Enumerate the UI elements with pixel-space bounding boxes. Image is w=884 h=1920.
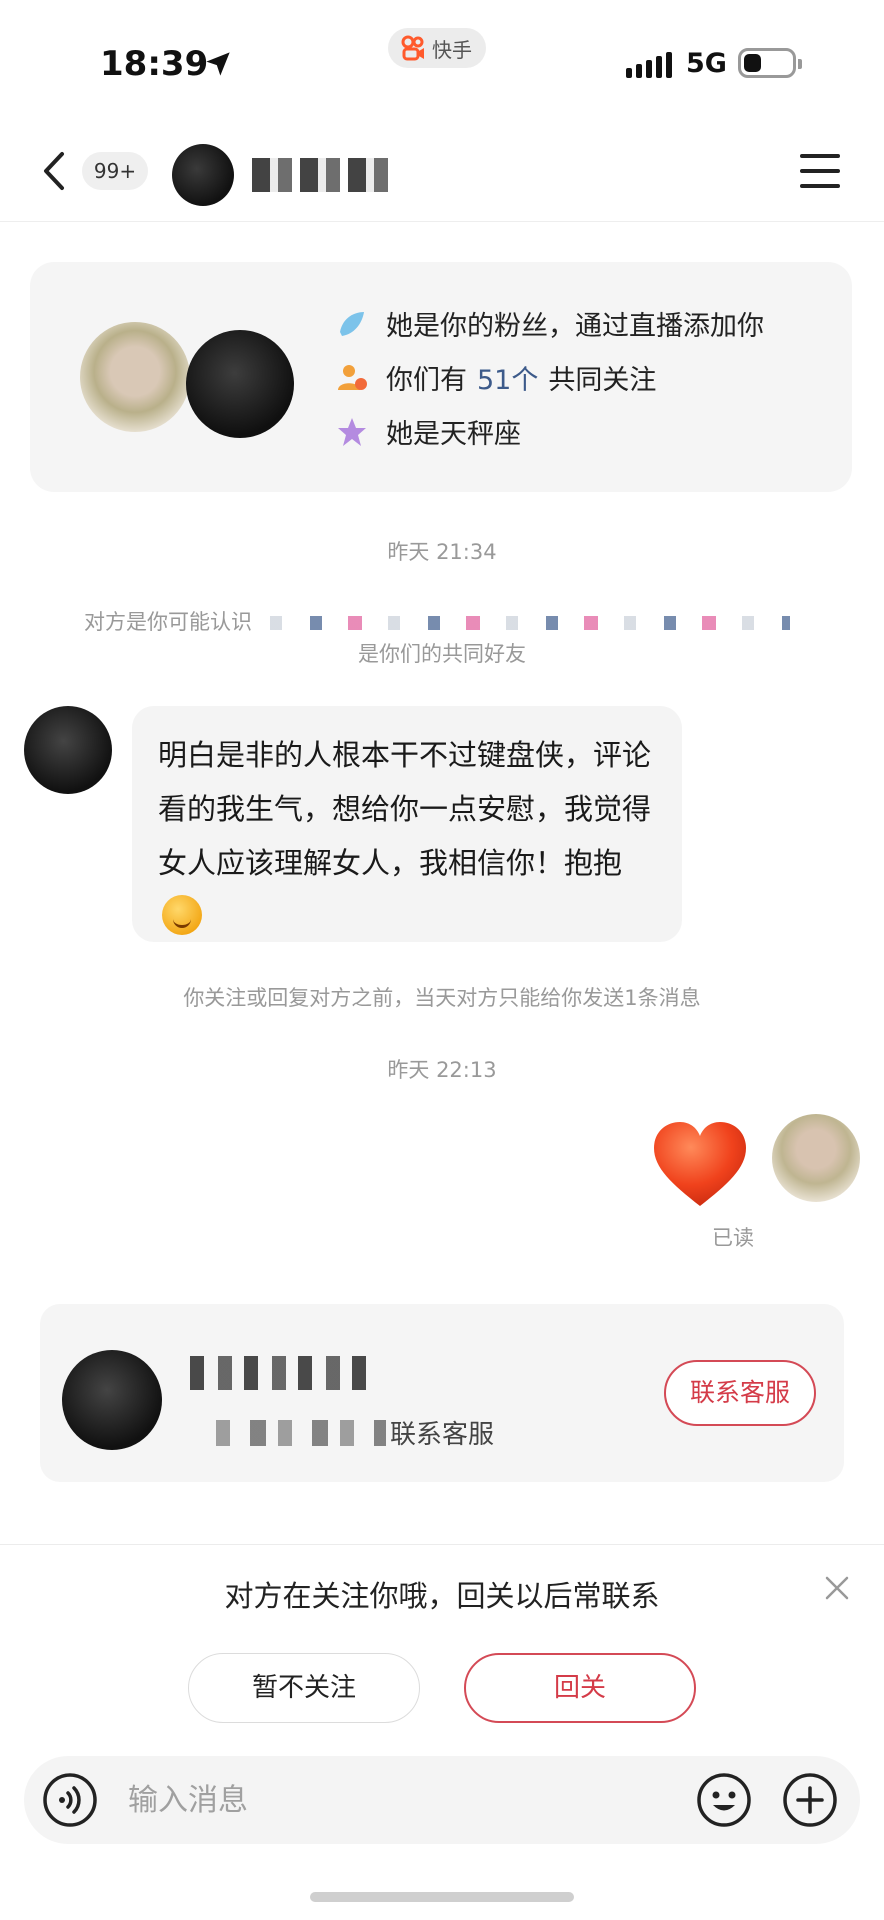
mutual-friend-note: 是你们的共同好友 (358, 642, 526, 666)
shop-avatar (62, 1350, 162, 1450)
sender-avatar[interactable] (24, 706, 112, 794)
hugging-face-emoji-icon (162, 895, 202, 935)
heart-emoji-icon[interactable] (652, 1120, 748, 1210)
contact-avatar-large[interactable] (186, 330, 294, 438)
zodiac-text: 她是天秤座 (386, 419, 521, 450)
back-arrow-icon[interactable] (36, 148, 72, 194)
status-bar: 18:39 快手 5G (0, 0, 884, 120)
home-indicator[interactable] (310, 1892, 574, 1902)
message-input[interactable] (128, 1776, 598, 1824)
fan-info-text: 她是你的粉丝，通过直播添加你 (386, 311, 764, 342)
mutual-follow-prefix: 你们有 (386, 365, 467, 396)
mutual-follow-icon (338, 364, 367, 390)
back-to-app-pill[interactable]: 快手 (388, 28, 486, 68)
location-arrow-icon (206, 52, 230, 76)
fan-icon (340, 311, 364, 336)
incoming-message-bubble[interactable]: 明白是非的人根本干不过键盘侠，评论看的我生气，想给你一点安慰，我觉得女人应该理解… (132, 706, 682, 942)
shop-subtitle: 联系客服 (216, 1414, 494, 1451)
read-status: 已读 (712, 1226, 754, 1250)
fan-info-line: 她是你的粉丝，通过直播添加你 (336, 304, 764, 343)
zodiac-line: 她是天秤座 (336, 412, 521, 451)
message-timestamp: 昨天 22:13 (387, 1058, 497, 1082)
battery-icon (738, 48, 802, 78)
relationship-info-card: 她是你的粉丝，通过直播添加你 你们有 51个 共同关注 她是天秤座 (30, 262, 852, 492)
message-timestamp: 昨天 21:34 (387, 540, 497, 564)
shop-name-redacted (190, 1356, 380, 1390)
redacted-text (216, 1419, 386, 1446)
plus-icon[interactable] (782, 1772, 838, 1828)
shop-subtitle-text: 联系客服 (390, 1420, 495, 1450)
menu-icon[interactable] (800, 154, 840, 188)
mutual-follow-line: 你们有 51个 共同关注 (336, 358, 656, 397)
signal-icon (626, 52, 672, 78)
unread-count-badge[interactable]: 99+ (82, 152, 148, 190)
contact-service-button[interactable]: 联系客服 (664, 1360, 816, 1426)
message-limit-note: 你关注或回复对方之前，当天对方只能给你发送1条消息 (183, 986, 701, 1010)
follow-prompt-text: 对方在关注你哦，回关以后常联系 (224, 1579, 660, 1613)
kuaishou-logo-icon (401, 35, 424, 61)
star-sign-icon (338, 417, 366, 446)
my-avatar[interactable] (772, 1114, 860, 1202)
contact-name-redacted[interactable] (252, 158, 392, 192)
redacted-names (270, 616, 790, 630)
follow-back-panel: 对方在关注你哦，回关以后常联系 暂不关注 回关 (0, 1544, 884, 1744)
emoji-icon[interactable] (696, 1772, 752, 1828)
may-know-note: 对方是你可能认识 (84, 610, 252, 634)
incoming-message-text: 明白是非的人根本干不过键盘侠，评论看的我生气，想给你一点安慰，我觉得女人应该理解… (158, 738, 652, 880)
not-follow-button[interactable]: 暂不关注 (188, 1653, 420, 1723)
follow-back-button[interactable]: 回关 (464, 1653, 696, 1723)
close-icon[interactable] (824, 1575, 850, 1601)
voice-icon[interactable] (42, 1772, 98, 1828)
app-pill-label: 快手 (432, 37, 472, 62)
chat-header: 99+ (0, 120, 884, 222)
network-type: 5G (686, 48, 727, 79)
mutual-follow-suffix: 共同关注 (548, 365, 657, 396)
message-input-bar (24, 1756, 860, 1844)
contact-avatar[interactable] (172, 144, 234, 206)
mutual-follow-count[interactable]: 51个 (477, 358, 538, 397)
status-time: 18:39 (100, 44, 209, 84)
my-avatar (80, 322, 190, 432)
customer-service-card[interactable]: 联系客服 联系客服 (40, 1304, 844, 1482)
